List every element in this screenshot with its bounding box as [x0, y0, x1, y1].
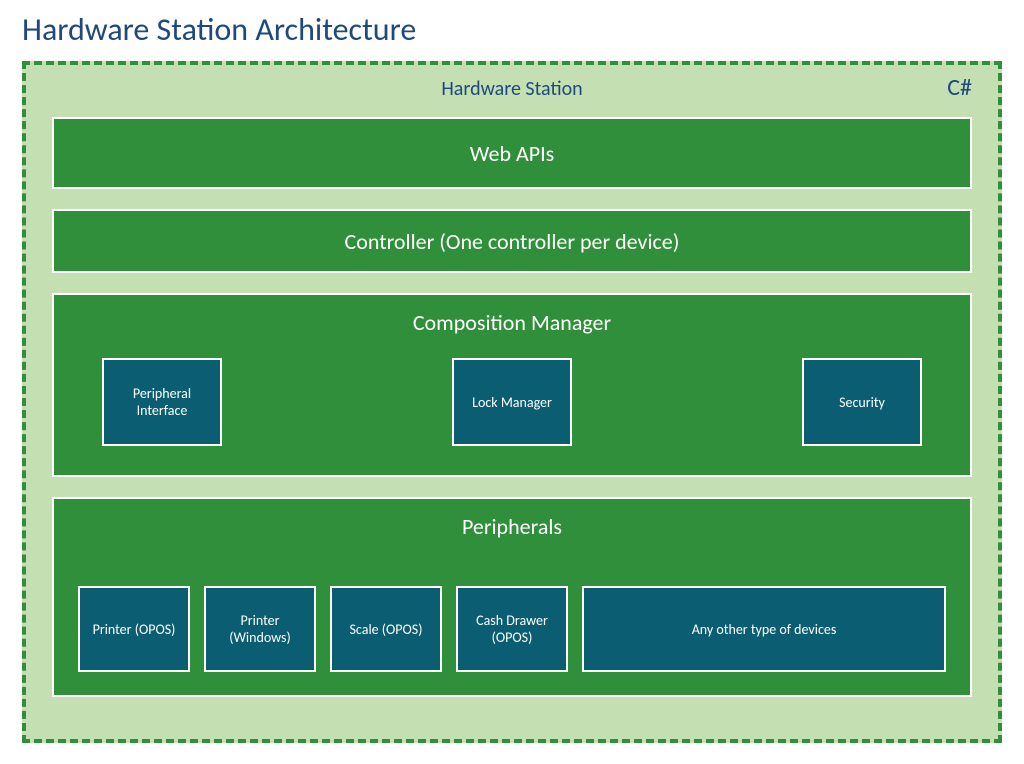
printer-windows-box: Printer (Windows): [204, 586, 316, 672]
container-header: Hardware Station C#: [52, 77, 972, 101]
scale-opos-box: Scale (OPOS): [330, 586, 442, 672]
page-title: Hardware Station Architecture: [22, 0, 1002, 61]
other-devices-label: Any other type of devices: [692, 621, 837, 638]
controller-block: Controller (One controller per device): [52, 209, 972, 273]
peripherals-block: Peripherals Printer (OPOS) Printer (Wind…: [52, 497, 972, 697]
lock-manager-box: Lock Manager: [452, 358, 572, 446]
composition-manager-title: Composition Manager: [102, 309, 922, 336]
web-apis-label: Web APIs: [54, 140, 970, 167]
controller-label: Controller (One controller per device): [54, 228, 970, 255]
peripheral-interface-label: Peripheral Interface: [108, 385, 216, 419]
security-box: Security: [802, 358, 922, 446]
printer-windows-label: Printer (Windows): [210, 612, 310, 646]
other-devices-box: Any other type of devices: [582, 586, 946, 672]
composition-row: Peripheral Interface Lock Manager Securi…: [102, 358, 922, 446]
hardware-station-container: Hardware Station C# Web APIs Controller …: [22, 61, 1002, 743]
web-apis-block: Web APIs: [52, 117, 972, 189]
slide: Hardware Station Architecture Hardware S…: [0, 0, 1024, 764]
cash-drawer-opos-label: Cash Drawer (OPOS): [462, 612, 562, 646]
composition-manager-block: Composition Manager Peripheral Interface…: [52, 293, 972, 477]
cash-drawer-opos-box: Cash Drawer (OPOS): [456, 586, 568, 672]
security-label: Security: [839, 394, 885, 411]
language-tag: C#: [947, 73, 972, 102]
peripherals-row: Printer (OPOS) Printer (Windows) Scale (…: [78, 586, 946, 672]
printer-opos-box: Printer (OPOS): [78, 586, 190, 672]
container-title: Hardware Station: [441, 77, 582, 101]
peripherals-title: Peripherals: [78, 513, 946, 540]
printer-opos-label: Printer (OPOS): [93, 621, 176, 638]
lock-manager-label: Lock Manager: [472, 394, 552, 411]
peripheral-interface-box: Peripheral Interface: [102, 358, 222, 446]
scale-opos-label: Scale (OPOS): [350, 621, 423, 638]
